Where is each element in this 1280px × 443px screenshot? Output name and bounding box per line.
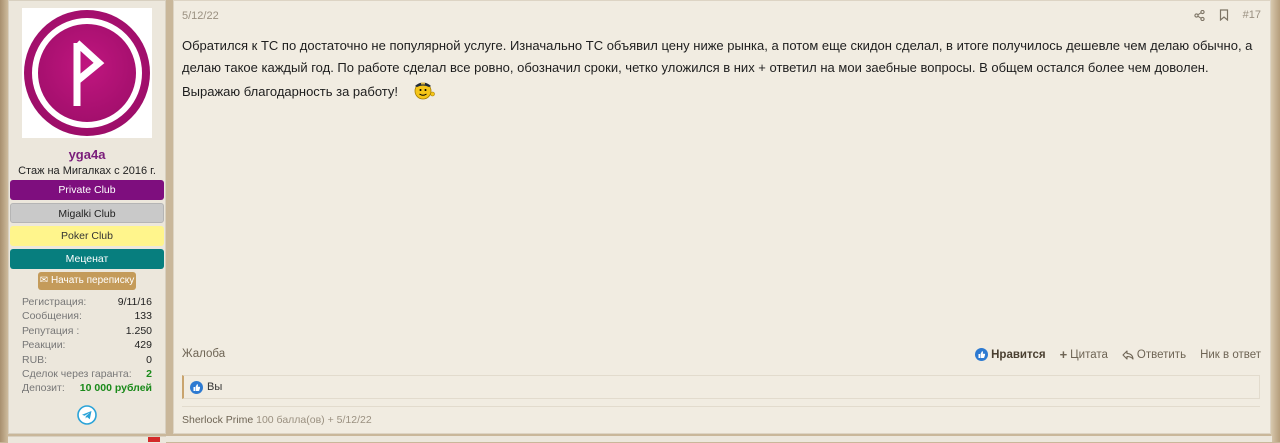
stat-label: Сделок через гаранта: bbox=[22, 367, 132, 380]
stat-value: 429 bbox=[134, 339, 152, 352]
quote-label: Цитата bbox=[1070, 348, 1108, 361]
avatar[interactable] bbox=[22, 8, 152, 138]
points-text: 100 балла(ов) + 5/12/22 bbox=[256, 414, 372, 426]
points-user-link[interactable]: Sherlock Prime bbox=[182, 414, 253, 426]
report-link[interactable]: Жалоба bbox=[182, 348, 225, 360]
stat-value: 0 bbox=[146, 353, 152, 366]
banner-mecenat: Меценат bbox=[10, 249, 164, 269]
thumbs-up-icon bbox=[190, 380, 203, 394]
stat-label: RUB: bbox=[22, 353, 48, 366]
stat-value: 2 bbox=[146, 367, 152, 380]
post-text: Обратился к ТС по достаточно не популярн… bbox=[182, 38, 1253, 99]
reply-button[interactable]: Ответить bbox=[1122, 349, 1186, 361]
avatar-rune-icon bbox=[24, 10, 150, 136]
reactions-bar[interactable]: Вы bbox=[182, 375, 1260, 399]
stat-row-rub: RUB: 0 bbox=[22, 353, 152, 367]
bookmark-icon[interactable] bbox=[1219, 9, 1229, 21]
post-body: Обратился к ТС по достаточно не популярн… bbox=[182, 35, 1260, 103]
stat-label: Сообщения: bbox=[22, 310, 82, 323]
stat-value[interactable]: 133 bbox=[134, 309, 152, 323]
page-background-right bbox=[1271, 0, 1280, 442]
stat-value: 1.250 bbox=[125, 324, 152, 337]
plus-icon: + bbox=[1059, 347, 1068, 362]
nick-reply-label: Ник в ответ bbox=[1200, 348, 1261, 361]
envelope-icon: ✉ bbox=[39, 275, 49, 286]
user-sidebar: yga4a Стаж на Мигалках с 2016 г. Private… bbox=[8, 0, 166, 434]
quote-button[interactable]: + Цитата bbox=[1060, 347, 1108, 362]
stat-label: Репутация : bbox=[22, 324, 80, 337]
telegram-icon[interactable] bbox=[77, 405, 97, 425]
banner-migalki-club: Migalki Club bbox=[10, 203, 164, 223]
stat-label: Депозит: bbox=[22, 382, 65, 395]
stat-value: 9/11/16 bbox=[117, 296, 152, 308]
reply-label: Ответить bbox=[1136, 348, 1187, 361]
stat-value: 10 000 рублей bbox=[79, 382, 152, 395]
stat-row-reputation: Репутация : 1.250 bbox=[22, 324, 152, 338]
post-header-actions: #17 bbox=[1193, 9, 1261, 21]
stat-label: Реакции: bbox=[22, 339, 66, 352]
stat-row-registration: Регистрация: 9/11/16 bbox=[22, 295, 152, 309]
next-post-edge bbox=[8, 436, 1272, 442]
like-label: Нравится bbox=[991, 348, 1046, 361]
banner-private-club: Private Club bbox=[10, 180, 164, 200]
post-number-link[interactable]: #17 bbox=[1243, 9, 1261, 21]
like-button[interactable]: Нравится bbox=[975, 348, 1046, 361]
divider bbox=[182, 406, 1260, 407]
start-conversation-label: Начать переписку bbox=[50, 275, 135, 286]
reply-icon bbox=[1122, 349, 1134, 360]
nick-reply-button[interactable]: Ник в ответ bbox=[1200, 349, 1261, 361]
banner-poker-club: Poker Club bbox=[10, 226, 164, 246]
share-icon[interactable] bbox=[1193, 9, 1205, 21]
post-footer-actions: Нравится + Цитата Ответить Ник в ответ bbox=[975, 347, 1261, 362]
user-stats: Регистрация: 9/11/16 Сообщения: 133 Репу… bbox=[22, 295, 152, 396]
thumbs-up-icon bbox=[975, 348, 989, 361]
stat-row-guarantor-deals: Сделок через гаранта: 2 bbox=[22, 367, 152, 381]
stat-row-messages: Сообщения: 133 bbox=[22, 309, 152, 323]
user-title: Стаж на Мигалках с 2016 г. bbox=[18, 165, 156, 177]
police-smiley-icon bbox=[414, 82, 435, 100]
stat-label: Регистрация: bbox=[22, 296, 87, 308]
post-date[interactable]: 5/12/22 bbox=[182, 10, 219, 22]
post-message: 5/12/22 #17 Обратился к ТС по достаточно… bbox=[173, 0, 1271, 434]
next-post-badge bbox=[148, 437, 160, 442]
points-record: Sherlock Prime 100 балла(ов) + 5/12/22 bbox=[182, 414, 372, 426]
stat-row-deposit: Депозит: 10 000 рублей bbox=[22, 381, 152, 395]
username[interactable]: yga4a bbox=[9, 147, 165, 162]
start-conversation-button[interactable]: ✉ Начать переписку bbox=[38, 272, 136, 290]
reactions-list[interactable]: Вы bbox=[207, 381, 222, 393]
stat-row-reactions: Реакции: 429 bbox=[22, 338, 152, 352]
page-background-left bbox=[0, 0, 8, 442]
